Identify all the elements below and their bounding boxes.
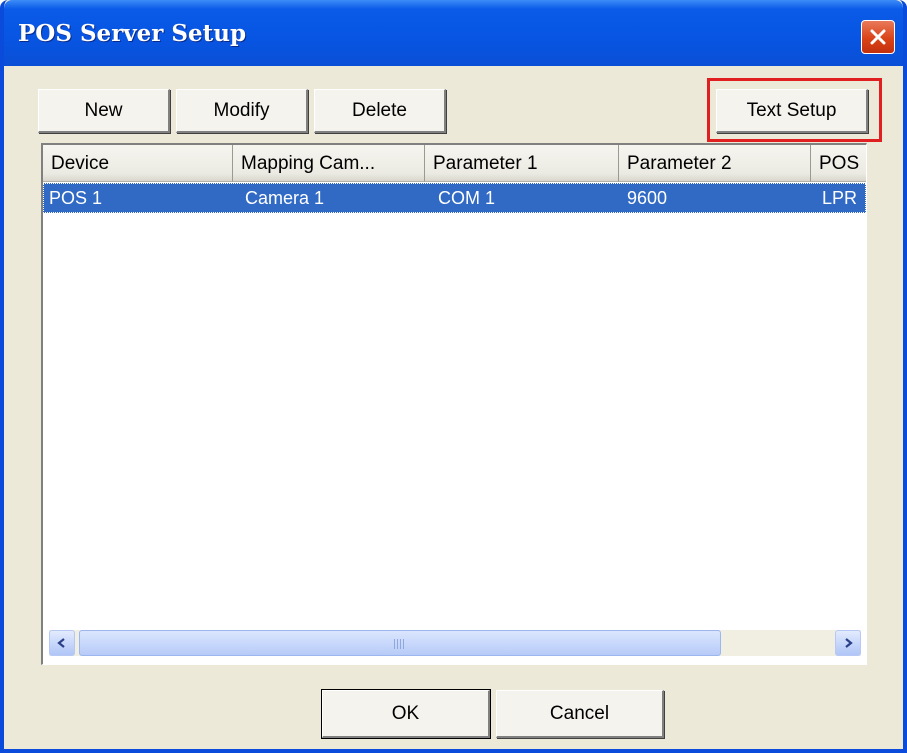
column-header-pos[interactable]: POS — [811, 145, 866, 182]
cell-mapping-camera: Camera 1 — [245, 188, 325, 208]
new-button[interactable]: New — [38, 89, 170, 133]
cell-device: POS 1 — [49, 188, 103, 208]
modify-button[interactable]: Modify — [176, 89, 308, 133]
title-bar[interactable]: POS Server Setup — [4, 0, 903, 66]
column-header-parameter-1[interactable]: Parameter 1 — [425, 145, 619, 182]
close-x-icon — [870, 29, 886, 45]
cell-parameter-2: 9600 — [627, 188, 668, 208]
chevron-right-icon — [845, 638, 853, 648]
scroll-thumb[interactable] — [79, 630, 721, 656]
pos-device-list[interactable]: Device Mapping Cam... Parameter 1 Parame… — [41, 143, 867, 665]
ok-button[interactable]: OK — [321, 689, 491, 739]
table-row[interactable]: POS 1 Camera 1 COM 1 9600 LPR — [43, 183, 866, 213]
pos-server-setup-dialog: POS Server Setup New Modify Delete Text … — [0, 0, 907, 753]
scroll-left-button[interactable] — [49, 630, 75, 656]
scroll-right-button[interactable] — [835, 630, 861, 656]
column-header-device[interactable]: Device — [43, 145, 233, 182]
dialog-title: POS Server Setup — [18, 20, 247, 47]
column-header-mapping-camera[interactable]: Mapping Cam... — [233, 145, 425, 182]
cancel-button[interactable]: Cancel — [496, 690, 664, 738]
chevron-left-icon — [57, 638, 65, 648]
delete-button[interactable]: Delete — [314, 89, 446, 133]
cell-parameter-1: COM 1 — [438, 188, 496, 208]
close-button[interactable] — [861, 20, 895, 54]
cell-pos: LPR — [822, 188, 858, 208]
text-setup-highlight-box — [707, 78, 882, 142]
horizontal-scrollbar[interactable] — [49, 630, 861, 656]
grip-icon — [394, 639, 406, 649]
list-header: Device Mapping Cam... Parameter 1 Parame… — [43, 145, 866, 182]
column-header-parameter-2[interactable]: Parameter 2 — [619, 145, 811, 182]
